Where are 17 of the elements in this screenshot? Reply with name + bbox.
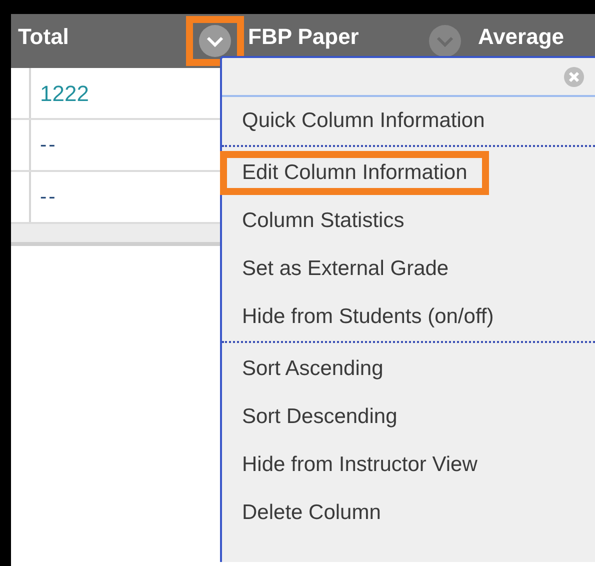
menu-item[interactable]: Edit Column Information [220,151,490,195]
column-header: Total [18,25,69,49]
menu-item[interactable]: Column Statistics [220,199,426,243]
menu-item[interactable]: Hide from Instructor View [220,443,500,487]
chevron-circle-icon [199,25,231,57]
chevron-circle-icon [429,25,461,57]
menu-item[interactable]: Quick Column Information [220,99,507,143]
menu-item[interactable]: Delete Column [220,491,403,535]
menu-item[interactable]: Sort Ascending [220,347,406,391]
menu-item[interactable]: Set as External Grade [220,247,471,291]
column-header: Average [478,25,564,49]
grade-cell-text: -- [40,185,58,210]
grade-cell-text: -- [40,133,58,158]
menu-item[interactable]: Hide from Students (on/off) [220,295,516,339]
menu-item[interactable]: Sort Descending [220,395,420,439]
grade-link[interactable]: 1222 [40,76,89,110]
column-header: FBP Paper [248,25,359,49]
